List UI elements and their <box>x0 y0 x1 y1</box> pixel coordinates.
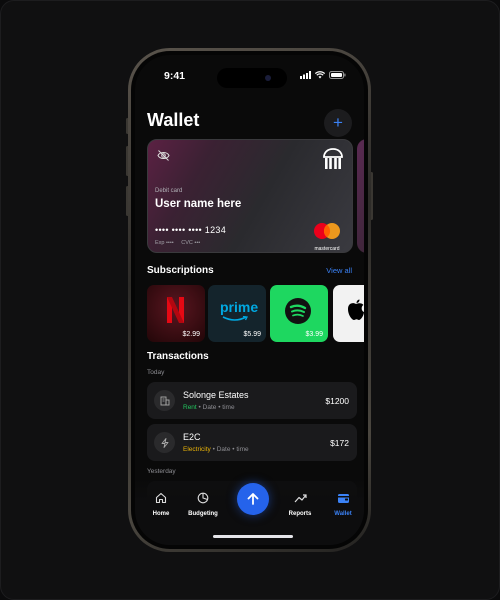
second-card-peek[interactable] <box>357 139 364 253</box>
nav-budgeting[interactable]: Budgeting <box>183 491 223 517</box>
transaction-row[interactable]: E2C Electricity • Date • time $172 <box>147 424 357 461</box>
app-screen: 9:41 Wallet + Debit card User name here … <box>135 55 364 545</box>
status-icons <box>300 71 346 79</box>
header: Wallet + <box>147 109 352 137</box>
camera-icon <box>265 75 271 81</box>
card-meta: Exp •••• CVC ••• <box>155 240 200 246</box>
phone-frame: 9:41 Wallet + Debit card User name here … <box>128 48 371 552</box>
card-type-label: Debit card <box>155 188 183 194</box>
eye-off-icon[interactable] <box>157 150 170 161</box>
debit-card[interactable]: Debit card User name here •••• •••• ••••… <box>147 139 353 253</box>
status-bar: 9:41 <box>135 55 364 91</box>
send-money-button[interactable] <box>237 483 269 515</box>
lightning-icon <box>154 432 175 453</box>
apple-logo-icon <box>348 299 364 320</box>
trend-up-icon <box>294 494 307 503</box>
transaction-time: time <box>236 446 249 453</box>
spotify-logo-icon <box>285 298 311 324</box>
transaction-date: Date <box>216 446 231 453</box>
transaction-meta: Electricity • Date • time <box>183 446 249 453</box>
signal-icon <box>300 71 311 79</box>
building-icon <box>154 390 175 411</box>
transaction-time: time <box>222 404 235 411</box>
transaction-category: Electricity <box>183 446 211 453</box>
status-time: 9:41 <box>164 70 186 82</box>
subscriptions-list: $2.99 prime $5.99 $3.99 <box>147 285 364 342</box>
nav-label: Home <box>152 511 170 517</box>
phone-bezel: 9:41 Wallet + Debit card User name here … <box>131 51 368 549</box>
nav-label: Reports <box>288 511 312 517</box>
netflix-logo-icon <box>167 297 184 323</box>
transaction-category: Rent <box>183 404 197 411</box>
subscription-price: $5.99 <box>243 331 261 338</box>
subscriptions-title: Subscriptions <box>147 265 214 276</box>
arrow-up-icon <box>247 493 259 505</box>
transaction-date: Date <box>202 404 217 411</box>
prime-smile-icon <box>222 316 248 321</box>
card-expiry: Exp •••• <box>155 240 174 246</box>
nav-label: Wallet <box>334 511 352 517</box>
subscription-apple[interactable] <box>333 285 364 342</box>
card-number: •••• •••• •••• 1234 <box>155 225 227 235</box>
transaction-amount: $172 <box>330 438 349 448</box>
bottom-nav: Home Budgeting Reports Wallet <box>135 477 364 545</box>
wifi-icon <box>315 71 325 79</box>
battery-icon <box>329 71 346 79</box>
prime-logo: prime <box>220 299 259 315</box>
bank-logo-icon <box>323 148 343 169</box>
transaction-name: E2C <box>183 432 201 442</box>
add-card-button[interactable]: + <box>324 109 352 137</box>
home-icon <box>155 492 167 504</box>
card-cvc: CVC ••• <box>181 240 201 246</box>
home-indicator <box>213 535 293 538</box>
plus-icon: + <box>333 113 343 132</box>
card-network: mastercard <box>314 246 340 252</box>
dynamic-island <box>217 68 287 88</box>
pie-chart-icon <box>197 492 209 504</box>
transactions-title: Transactions <box>147 351 209 362</box>
group-label-yesterday: Yesterday <box>147 468 176 475</box>
transaction-meta: Rent • Date • time <box>183 404 235 411</box>
card-holder-name: User name here <box>155 198 242 210</box>
wallet-icon <box>337 494 349 503</box>
view-all-link[interactable]: View all <box>326 266 352 275</box>
subscription-netflix[interactable]: $2.99 <box>147 285 205 342</box>
transaction-amount: $1200 <box>325 396 349 406</box>
group-label-today: Today <box>147 369 165 376</box>
subscription-spotify[interactable]: $3.99 <box>270 285 328 342</box>
subscription-price: $3.99 <box>305 331 323 338</box>
subscription-price: $2.99 <box>182 331 200 338</box>
nav-reports[interactable]: Reports <box>280 491 320 517</box>
nav-wallet[interactable]: Wallet <box>323 491 363 517</box>
mastercard-circles-icon <box>314 223 340 239</box>
nav-home[interactable]: Home <box>141 491 181 517</box>
transaction-row[interactable]: Solonge Estates Rent • Date • time $1200 <box>147 382 357 419</box>
subscription-prime[interactable]: prime $5.99 <box>208 285 266 342</box>
nav-label: Budgeting <box>188 511 218 517</box>
transaction-name: Solonge Estates <box>183 390 249 400</box>
page-title: Wallet <box>147 110 200 130</box>
mastercard-logo: mastercard <box>310 222 344 252</box>
